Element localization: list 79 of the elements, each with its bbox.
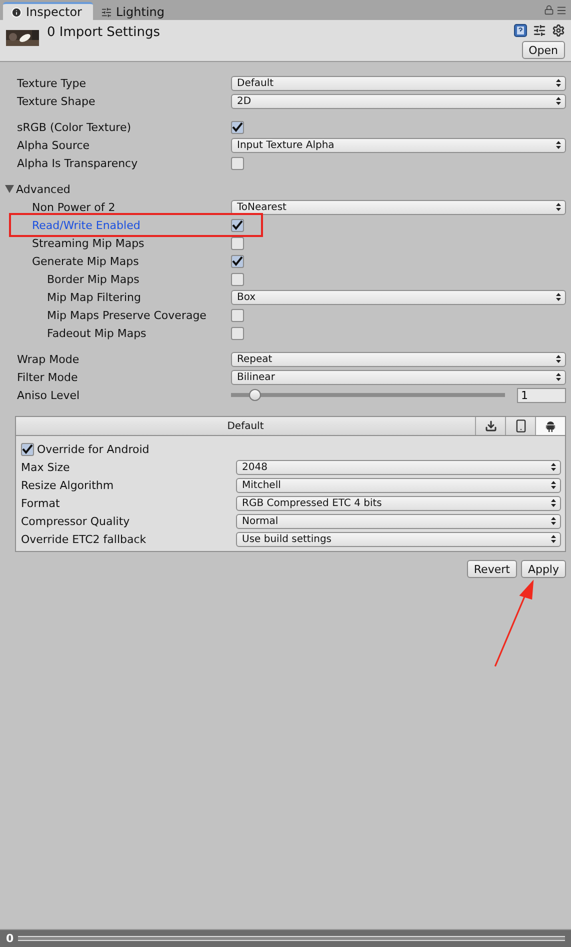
checkbox[interactable] [231, 218, 244, 232]
platform-tab[interactable] [535, 417, 565, 435]
dropdown[interactable]: Bilinear [231, 370, 566, 384]
updown-icon [556, 293, 561, 301]
field-label: Compressor Quality [21, 514, 131, 528]
updown-icon [551, 499, 556, 507]
field-label: Wrap Mode [16, 352, 80, 366]
help-icon[interactable] [514, 24, 527, 37]
field-label: Override ETC2 fallback [21, 532, 148, 546]
field-label: Filter Mode [16, 370, 79, 384]
field-label: Read/Write Enabled [31, 218, 142, 232]
settings-icon[interactable] [552, 24, 565, 37]
robot-icon [546, 420, 555, 432]
updown-icon [556, 141, 561, 149]
checkbox[interactable] [231, 120, 244, 134]
foldout[interactable]: Advanced [0, 182, 231, 196]
dropdown[interactable]: 2D [231, 94, 566, 108]
dropdown[interactable]: Use build settings [236, 532, 561, 546]
updown-icon [551, 463, 556, 471]
asset-title: 0 Import Settings [47, 25, 160, 42]
field-label: Resize Algorithm [21, 478, 115, 492]
sliders-icon [101, 6, 112, 18]
info-icon [11, 6, 22, 18]
field-label: Max Size [21, 460, 71, 474]
checkbox[interactable] [231, 254, 244, 268]
dropdown[interactable]: Mitchell [236, 478, 561, 492]
slider-track[interactable] [18, 936, 565, 941]
preview-size-label: 0 [6, 932, 14, 945]
updown-icon [556, 355, 561, 363]
sliders-icon[interactable] [533, 24, 546, 37]
updown-icon [556, 97, 561, 105]
field-label: Mip Map Filtering [46, 290, 142, 304]
checkbox[interactable] [231, 272, 244, 286]
dropdown[interactable]: RGB Compressed ETC 4 bits [236, 496, 561, 510]
checkbox[interactable] [21, 442, 34, 456]
triangle-icon [5, 185, 14, 193]
field-label: Texture Type [16, 76, 88, 90]
dropdown[interactable]: Normal [236, 514, 561, 528]
field-label: Streaming Mip Maps [31, 236, 146, 250]
menu-icon[interactable] [556, 4, 567, 16]
field-label: Alpha Is Transparency [16, 156, 139, 170]
dropdown[interactable]: Input Texture Alpha [231, 138, 566, 152]
checkbox[interactable] [231, 308, 244, 322]
action-button[interactable]: Apply [520, 560, 566, 578]
dropdown[interactable]: Box [231, 290, 566, 304]
download-icon [484, 420, 496, 432]
action-button[interactable]: Revert [466, 560, 517, 578]
field-label: Aniso Level [16, 388, 81, 402]
dropdown[interactable]: 2048 [236, 460, 561, 474]
field-label: Mip Maps Preserve Coverage [46, 308, 208, 322]
field-label: Fadeout Mip Maps [46, 326, 148, 340]
checkbox[interactable] [231, 156, 244, 170]
updown-icon [551, 535, 556, 543]
field-label: Alpha Source [16, 138, 91, 152]
foldout-label: Advanced [16, 182, 70, 196]
field-label: Border Mip Maps [46, 272, 140, 286]
field-label: Generate Mip Maps [31, 254, 140, 268]
field-label: Format [21, 496, 61, 510]
lock-icon[interactable] [544, 5, 554, 15]
panel-tab[interactable]: Lighting [93, 2, 175, 20]
panel-tab[interactable]: Inspector [3, 2, 93, 20]
field-label: Texture Shape [16, 94, 96, 108]
updown-icon [551, 481, 556, 489]
updown-icon [551, 517, 556, 525]
field-label: Non Power of 2 [31, 200, 116, 214]
updown-icon [556, 373, 561, 381]
number-field[interactable]: 1 [517, 388, 566, 402]
checkbox[interactable] [231, 326, 244, 340]
dropdown[interactable]: Default [231, 76, 566, 90]
slider-thumb[interactable] [249, 389, 262, 401]
dropdown[interactable]: Repeat [231, 352, 566, 366]
open-button[interactable]: Open [522, 41, 565, 59]
updown-icon [556, 79, 561, 87]
field-label: sRGB (Color Texture) [16, 120, 132, 134]
checkbox[interactable] [231, 236, 244, 250]
dropdown[interactable]: ToNearest [231, 200, 566, 214]
checkbox-label: Override for Android [37, 442, 150, 456]
updown-icon [556, 203, 561, 211]
phone-icon [514, 419, 528, 433]
